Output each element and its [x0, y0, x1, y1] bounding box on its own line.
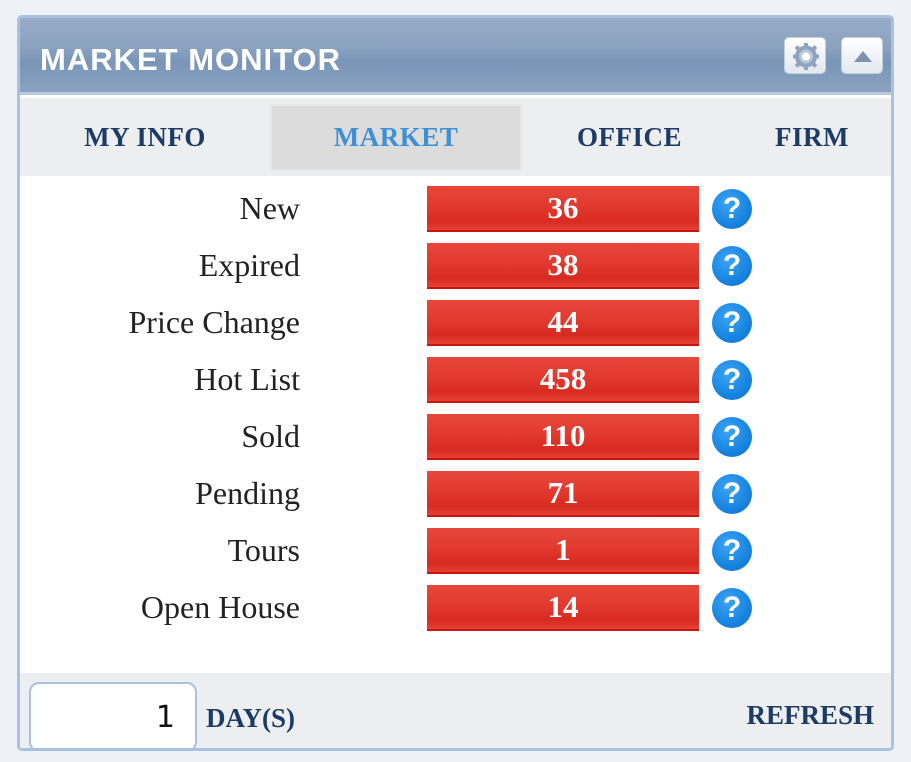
triangle-up-icon — [854, 51, 872, 62]
help-icon[interactable]: ? — [712, 417, 752, 457]
stat-row-hot-list: Hot List 458 ? — [20, 357, 780, 403]
stat-value-bar[interactable]: 14 — [427, 585, 699, 631]
stat-row-sold: Sold 110 ? — [20, 414, 780, 460]
stat-value-bar[interactable]: 110 — [427, 414, 699, 460]
stat-row-price-change: Price Change 44 ? — [20, 300, 780, 346]
days-label: DAY(S) — [206, 703, 296, 733]
gear-icon — [793, 43, 819, 70]
help-icon[interactable]: ? — [712, 189, 752, 229]
stat-label: Expired — [198, 247, 300, 283]
help-icon[interactable]: ? — [712, 474, 752, 514]
stat-label: Sold — [241, 418, 300, 454]
help-icon[interactable]: ? — [712, 246, 752, 286]
stat-label: Price Change — [128, 304, 301, 340]
stat-value-bar[interactable]: 1 — [427, 528, 699, 574]
settings-button[interactable] — [784, 37, 826, 74]
stat-row-new: New 36 ? — [20, 186, 780, 232]
title-bar: MARKET MONITOR — [20, 18, 891, 95]
tab-office[interactable]: OFFICE — [522, 104, 737, 171]
footer-bar: DAY(S) REFRESH — [20, 673, 891, 748]
market-monitor-widget: MARKET MONITOR MY INFO MARKET OFFICE FIR… — [17, 15, 894, 751]
refresh-link[interactable]: REFRESH — [746, 700, 874, 731]
stat-row-pending: Pending 71 ? — [20, 471, 780, 517]
tab-bar: MY INFO MARKET OFFICE FIRM — [20, 98, 891, 176]
stat-row-tours: Tours 1 ? — [20, 528, 780, 574]
tab-my-info[interactable]: MY INFO — [20, 104, 270, 171]
stat-row-expired: Expired 38 ? — [20, 243, 780, 289]
help-icon[interactable]: ? — [712, 588, 752, 628]
collapse-button[interactable] — [841, 37, 883, 74]
tab-market[interactable]: MARKET — [270, 104, 522, 171]
stat-value-bar[interactable]: 38 — [427, 243, 699, 289]
stat-label: Open House — [140, 589, 300, 625]
stat-value-bar[interactable]: 36 — [427, 186, 699, 232]
stat-label: Pending — [195, 475, 300, 511]
tab-firm[interactable]: FIRM — [737, 104, 887, 171]
stat-value-bar[interactable]: 44 — [427, 300, 699, 346]
help-icon[interactable]: ? — [712, 360, 752, 400]
help-icon[interactable]: ? — [712, 531, 752, 571]
help-icon[interactable]: ? — [712, 303, 752, 343]
stat-row-open-house: Open House 14 ? — [20, 585, 780, 631]
stat-label: Hot List — [194, 361, 300, 397]
stat-label: New — [239, 190, 300, 226]
stat-label: Tours — [227, 532, 300, 568]
days-input[interactable] — [29, 682, 197, 748]
widget-title: MARKET MONITOR — [40, 42, 342, 77]
stat-value-bar[interactable]: 71 — [427, 471, 699, 517]
stat-value-bar[interactable]: 458 — [427, 357, 699, 403]
